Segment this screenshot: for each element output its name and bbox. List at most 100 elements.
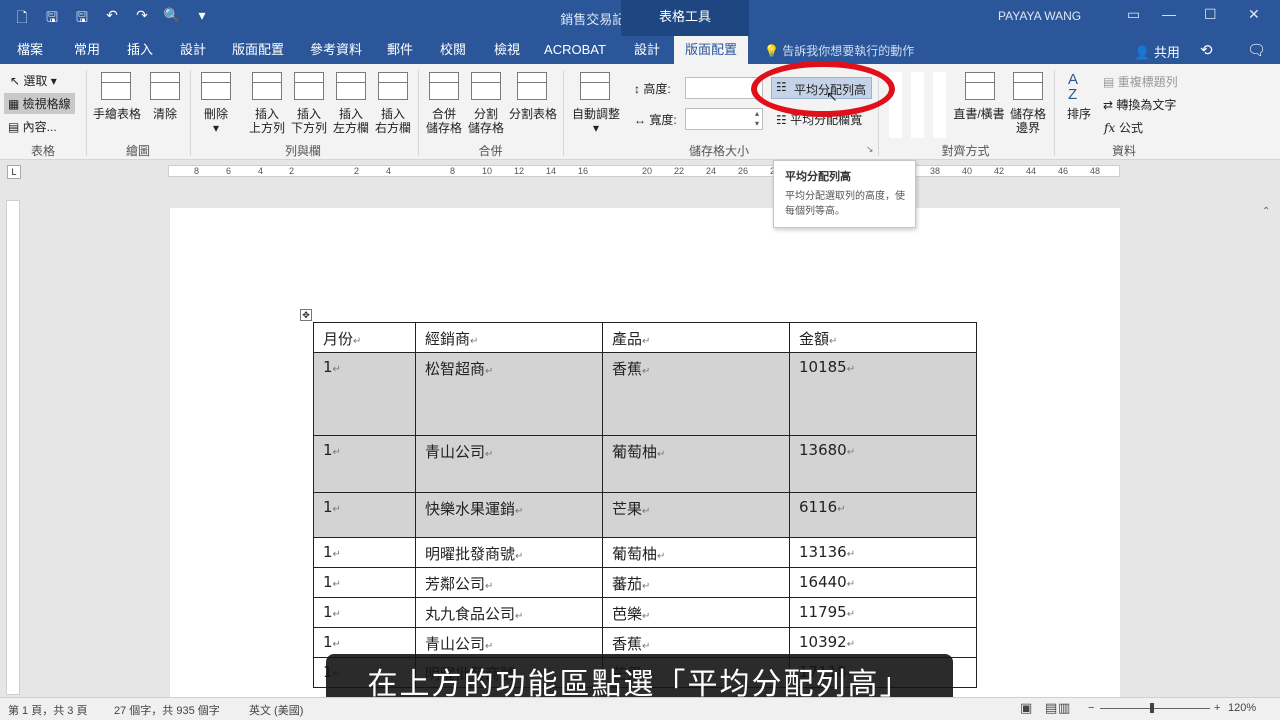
zoom-out-icon[interactable]: − [1088, 702, 1094, 714]
insert-below-button[interactable]: 插入 下方列 [289, 107, 329, 135]
comments-icon[interactable]: 🗨 [1247, 41, 1266, 59]
insert-left-button[interactable]: 插入 左方欄 [331, 107, 371, 135]
table-cell[interactable]: 香蕉↵ [602, 627, 790, 658]
tab-layout[interactable]: 版面配置 [222, 36, 294, 64]
vertical-ruler[interactable] [6, 200, 20, 695]
history-icon[interactable]: ⟲ [1200, 41, 1213, 59]
word-count[interactable]: 27 個字，共 935 個字 [114, 702, 220, 718]
language[interactable]: 英文 (美國) [249, 702, 303, 718]
draw-table-button[interactable]: 手繪表格 [92, 107, 142, 121]
maximize-icon[interactable]: ☐ [1204, 6, 1217, 23]
tab-selector-icon[interactable]: L [7, 165, 21, 179]
close-icon[interactable]: ✕ [1248, 6, 1260, 23]
tab-design[interactable]: 設計 [168, 36, 218, 64]
select-button[interactable]: ↖ 選取 ▾ [10, 72, 57, 89]
horizontal-ruler[interactable]: 8642248101214162022242628384042444648 [168, 165, 1120, 177]
share-button[interactable]: 👤 共用 [1134, 42, 1180, 61]
table-row[interactable]: 1↵ 快樂水果運銷↵ 芒果↵ 6116↵ [313, 492, 977, 538]
user-name[interactable]: PAYAYA WANG [998, 9, 1081, 23]
insert-above-button[interactable]: 插入 上方列 [247, 107, 287, 135]
table-cell[interactable]: 16440↵ [789, 567, 977, 598]
table-cell[interactable]: 明曜批發商號↵ [415, 537, 603, 568]
repeat-header-button[interactable]: ▤ 重複標題列 [1103, 73, 1178, 90]
zoom-slider[interactable] [1100, 708, 1210, 709]
tab-references[interactable]: 參考資料 [300, 36, 372, 64]
table-row[interactable]: 1↵ 青山公司↵ 香蕉↵ 10392↵ [313, 627, 977, 658]
table-cell[interactable]: 芭樂↵ [602, 597, 790, 628]
table-cell[interactable]: 10185↵ [789, 352, 977, 436]
table-cell[interactable]: 青山公司↵ [415, 435, 603, 493]
tab-home[interactable]: 常用 [62, 36, 112, 64]
table-cell[interactable]: 13680↵ [789, 435, 977, 493]
table-row[interactable]: 1↵ 芳鄰公司↵ 蕃茄↵ 16440↵ [313, 567, 977, 598]
undo-icon[interactable]: ↶ [102, 7, 122, 31]
table-cell[interactable]: 1↵ [313, 627, 416, 658]
split-cells-button[interactable]: 分割 儲存格 [466, 107, 506, 135]
save-as-icon[interactable]: 🖫 [72, 7, 92, 31]
redo-icon[interactable]: ↷ [132, 7, 152, 31]
read-mode-icon[interactable]: ▣ [1020, 700, 1032, 716]
properties-button[interactable]: ▤ 內容... [8, 118, 57, 135]
table-cell[interactable]: 松智超商↵ [415, 352, 603, 436]
table-header-cell[interactable]: 月份↵ [313, 322, 416, 353]
table-cell[interactable]: 葡萄柚↵ [602, 537, 790, 568]
customize-qat-icon[interactable]: ▾ [192, 7, 212, 31]
tab-table-design[interactable]: 設計 [622, 36, 672, 64]
formula-button[interactable]: fx 公式 [1104, 119, 1143, 136]
page-count[interactable]: 第 1 頁，共 3 頁 [8, 702, 87, 718]
table-cell[interactable]: 6116↵ [789, 492, 977, 538]
zoom-slider-thumb[interactable] [1150, 703, 1154, 713]
table-cell[interactable]: 13136↵ [789, 537, 977, 568]
table-cell[interactable]: 1↵ [313, 435, 416, 493]
insert-right-button[interactable]: 插入 右方欄 [373, 107, 413, 135]
new-doc-icon[interactable]: 🗋 [12, 7, 32, 31]
tab-mailings[interactable]: 郵件 [376, 36, 424, 64]
sort-button[interactable]: 排序 [1062, 107, 1096, 121]
table-cell[interactable]: 1↵ [313, 492, 416, 538]
collapse-ribbon-icon[interactable]: ⌃ [1262, 206, 1270, 217]
ribbon-display-icon[interactable]: ▭ [1127, 6, 1140, 23]
table-cell[interactable]: 青山公司↵ [415, 627, 603, 658]
zoom-level[interactable]: 120% [1228, 702, 1256, 714]
dialog-launcher-icon[interactable]: ↘ [866, 144, 874, 155]
table-header-row[interactable]: 月份↵ 經銷商↵ 產品↵ 金額↵ [313, 322, 977, 353]
table-cell[interactable]: 1↵ [313, 537, 416, 568]
convert-to-text-button[interactable]: ⇄ 轉換為文字 [1103, 96, 1176, 113]
view-gridlines-button[interactable]: ▦ 檢視格線 [4, 93, 75, 114]
tab-view[interactable]: 檢視 [482, 36, 532, 64]
text-direction-button[interactable]: 直書/橫書 [950, 107, 1008, 121]
table-row[interactable]: 1↵ 丸九食品公司↵ 芭樂↵ 11795↵ [313, 597, 977, 628]
tab-review[interactable]: 校閱 [428, 36, 478, 64]
cell-margins-button[interactable]: 儲存格 邊界 [1008, 107, 1048, 135]
tab-acrobat[interactable]: ACROBAT [536, 36, 614, 64]
tab-table-layout[interactable]: 版面配置 [674, 36, 748, 64]
table-header-cell[interactable]: 經銷商↵ [415, 322, 603, 353]
web-layout-icon[interactable]: ▥ [1058, 700, 1070, 716]
table-row[interactable]: 1↵ 青山公司↵ 葡萄柚↵ 13680↵ [313, 435, 977, 493]
table-cell[interactable]: 1↵ [313, 567, 416, 598]
minimize-icon[interactable]: — [1162, 6, 1176, 22]
table-cell[interactable]: 1↵ [313, 597, 416, 628]
sales-table[interactable]: 月份↵ 經銷商↵ 產品↵ 金額↵ 1↵ 松智超商↵ 香蕉↵ 10185↵ 1↵ 青山公司↵ 葡萄柚↵… [313, 322, 977, 688]
table-header-cell[interactable]: 金額↵ [789, 322, 977, 353]
table-header-cell[interactable]: 產品↵ [602, 322, 790, 353]
print-layout-icon[interactable]: ▤ [1045, 700, 1057, 716]
eraser-button[interactable]: 清除 [146, 107, 184, 121]
spinner-icon[interactable]: ▴ ▾ [755, 109, 759, 129]
tab-insert[interactable]: 插入 [114, 36, 166, 64]
save-icon[interactable]: 🖫 [42, 7, 62, 31]
tab-file[interactable]: 檔案 [0, 36, 60, 64]
autofit-button[interactable]: 自動調整 ▾ [570, 107, 622, 135]
delete-button[interactable]: 刪除 ▾ [200, 107, 232, 135]
table-move-handle-icon[interactable]: ✥ [300, 309, 312, 321]
table-cell[interactable]: 快樂水果運銷↵ [415, 492, 603, 538]
table-cell[interactable]: 蕃茄↵ [602, 567, 790, 598]
table-row[interactable]: 1↵ 明曜批發商號↵ 葡萄柚↵ 13136↵ [313, 537, 977, 568]
table-cell[interactable]: 丸九食品公司↵ [415, 597, 603, 628]
split-table-button[interactable]: 分割表格 [507, 107, 559, 121]
table-cell[interactable]: 芳鄰公司↵ [415, 567, 603, 598]
table-cell[interactable]: 11795↵ [789, 597, 977, 628]
zoom-in-icon[interactable]: + [1214, 702, 1220, 714]
table-cell[interactable]: 1↵ [313, 352, 416, 436]
col-width-input[interactable]: ▴ ▾ [685, 108, 763, 130]
